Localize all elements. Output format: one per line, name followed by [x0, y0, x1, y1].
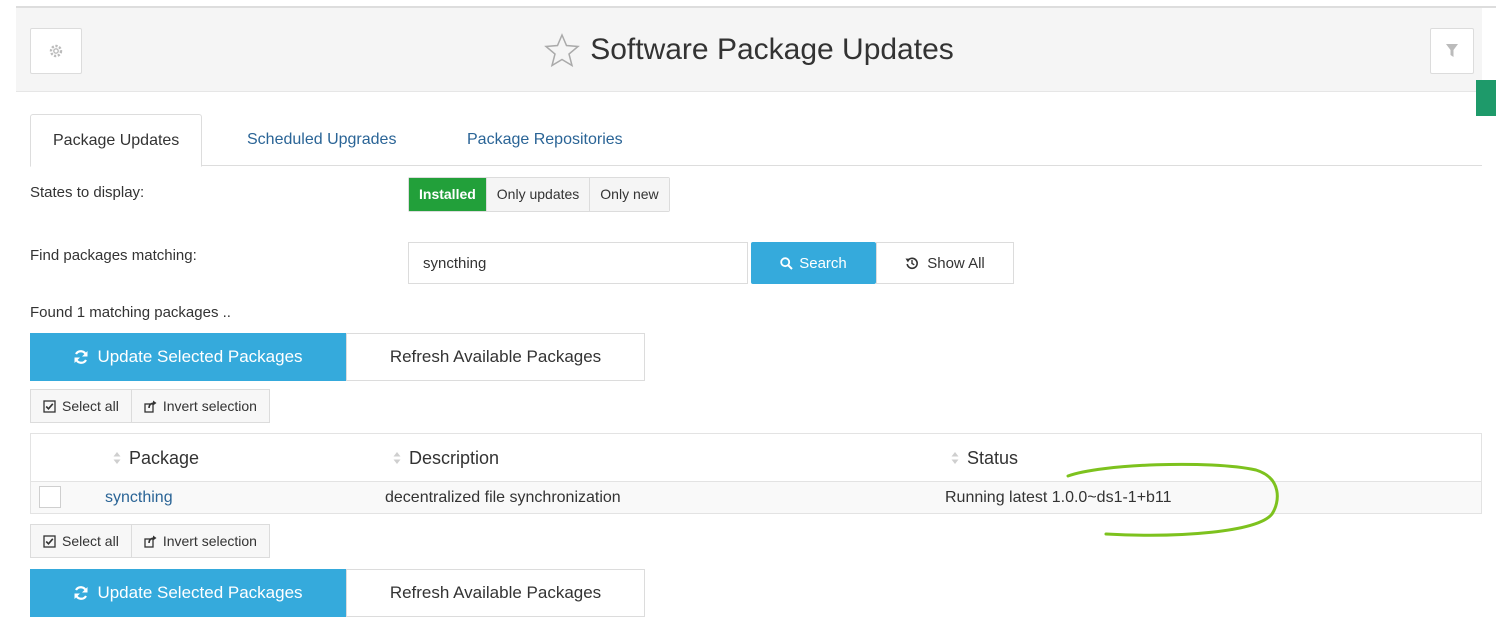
update-selected-button-bottom[interactable]: Update Selected Packages	[30, 569, 346, 617]
package-name-link[interactable]: syncthing	[105, 482, 173, 513]
search-icon	[780, 256, 793, 270]
state-only-updates[interactable]: Only updates	[485, 178, 590, 211]
title-wrap: Software Package Updates	[16, 30, 1482, 70]
refresh-icon	[74, 586, 88, 600]
column-description[interactable]: Description	[393, 434, 499, 482]
table-row: syncthing decentralized file synchroniza…	[31, 482, 1481, 513]
package-description: decentralized file synchronization	[385, 488, 621, 506]
select-all-button-bottom[interactable]: Select all	[31, 525, 131, 557]
filter-icon	[1446, 44, 1458, 57]
column-package-label: Package	[129, 447, 200, 468]
sort-icon	[951, 452, 959, 464]
update-selected-button[interactable]: Update Selected Packages	[30, 333, 346, 381]
check-square-icon	[43, 399, 56, 413]
packages-table: Package Description Status syncthing dec…	[30, 433, 1482, 514]
share-icon	[144, 400, 157, 413]
update-selected-label: Update Selected Packages	[97, 347, 303, 366]
invert-selection-button-bottom[interactable]: Invert selection	[130, 525, 269, 557]
star-outline-icon[interactable]	[544, 33, 581, 67]
page-header: Software Package Updates	[16, 8, 1482, 92]
filter-button[interactable]	[1430, 28, 1474, 74]
tab-bar: Package Updates Scheduled Upgrades Packa…	[30, 114, 1482, 167]
find-label: Find packages matching:	[30, 247, 197, 264]
select-all-label: Select all	[62, 533, 119, 549]
column-package[interactable]: Package	[113, 434, 199, 482]
sort-icon	[393, 452, 401, 464]
tab-package-updates[interactable]: Package Updates	[30, 114, 203, 167]
tab-scheduled-upgrades[interactable]: Scheduled Upgrades	[225, 114, 418, 166]
check-square-icon	[43, 534, 56, 548]
refresh-available-button[interactable]: Refresh Available Packages	[346, 333, 645, 381]
row-checkbox[interactable]	[39, 486, 61, 508]
table-header: Package Description Status	[31, 434, 1481, 482]
refresh-available-button-bottom[interactable]: Refresh Available Packages	[346, 569, 645, 617]
search-button[interactable]: Search	[751, 242, 876, 284]
column-description-label: Description	[409, 447, 500, 468]
tab-package-repositories[interactable]: Package Repositories	[445, 114, 645, 166]
update-selected-label: Update Selected Packages	[97, 583, 303, 602]
select-all-label: Select all	[62, 398, 119, 414]
show-all-button[interactable]: Show All	[876, 242, 1014, 284]
select-all-button[interactable]: Select all	[31, 390, 131, 422]
page-title: Software Package Updates	[590, 33, 954, 66]
column-status-label: Status	[967, 447, 1019, 468]
invert-selection-label: Invert selection	[162, 398, 257, 414]
history-icon	[905, 257, 919, 270]
states-selector: Installed Only updates Only new	[408, 177, 670, 212]
side-panel-toggle[interactable]	[1476, 80, 1496, 116]
state-only-new[interactable]: Only new	[589, 178, 669, 211]
search-button-label: Search	[799, 254, 847, 272]
sort-icon	[113, 452, 121, 464]
invert-selection-label: Invert selection	[162, 533, 257, 549]
selection-toolbar-top: Select all Invert selection	[30, 389, 270, 423]
column-status[interactable]: Status	[951, 434, 1018, 482]
invert-selection-button[interactable]: Invert selection	[130, 390, 269, 422]
found-count-text: Found 1 matching packages ..	[30, 304, 231, 321]
states-label: States to display:	[30, 184, 145, 201]
selection-toolbar-bottom: Select all Invert selection	[30, 524, 270, 558]
package-status: Running latest 1.0.0~ds1-1+b11	[945, 488, 1172, 506]
state-installed[interactable]: Installed	[409, 178, 486, 211]
show-all-label: Show All	[927, 254, 985, 272]
refresh-icon	[74, 350, 88, 364]
search-input[interactable]	[408, 242, 748, 284]
share-icon	[144, 535, 157, 548]
